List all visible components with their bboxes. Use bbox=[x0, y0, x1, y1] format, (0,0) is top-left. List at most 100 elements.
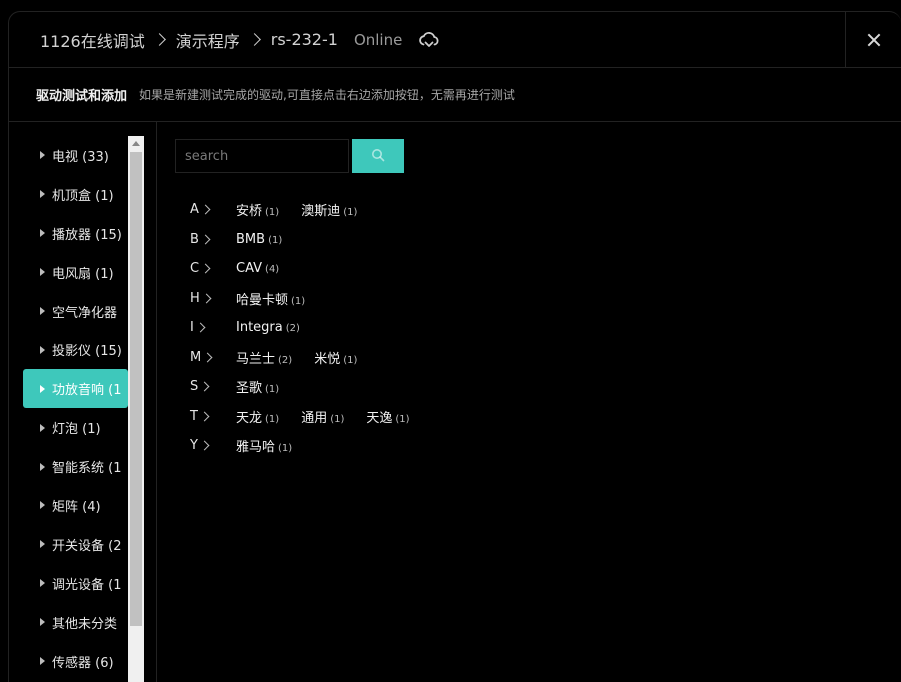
brand-item[interactable]: 马兰士 (2) bbox=[236, 348, 292, 367]
sidebar-item-other[interactable]: 其他未分类 bbox=[23, 603, 128, 642]
brand-group-b: B BMB (1) bbox=[190, 225, 432, 255]
sidebar-scrollbar[interactable] bbox=[128, 136, 144, 682]
sidebar-item-label: 电视 (33) bbox=[52, 149, 109, 165]
brand-group-toggle[interactable]: H bbox=[190, 291, 214, 306]
brand-group-toggle[interactable]: Y bbox=[190, 438, 214, 453]
brand-item[interactable]: Integra (2) bbox=[236, 320, 300, 335]
sidebar-item-label: 开关设备 (2 bbox=[52, 538, 122, 554]
brand-group-toggle[interactable]: I bbox=[190, 320, 214, 335]
scroll-up-arrow-icon[interactable] bbox=[132, 141, 140, 146]
chevron-right-icon bbox=[199, 440, 210, 451]
sidebar-item-smart-system[interactable]: 智能系统 (1 bbox=[23, 447, 128, 486]
brand-count: (1) bbox=[330, 413, 345, 425]
breadcrumb: 1126在线调试 演示程序 rs-232-1 Online bbox=[9, 28, 440, 52]
chevron-right-icon bbox=[201, 293, 212, 304]
sidebar-item-label: 智能系统 (1 bbox=[52, 461, 122, 477]
brand-item[interactable]: 圣歌 (1) bbox=[236, 377, 279, 396]
brand-name: BMB bbox=[236, 231, 266, 247]
brand-item[interactable]: 米悦 (1) bbox=[314, 348, 357, 367]
caret-right-icon bbox=[40, 501, 45, 510]
category-list: 电视 (33) 机顶盒 (1) 播放器 (15) 电风扇 (1) 空气净化器 投… bbox=[23, 136, 128, 680]
breadcrumb-item-program[interactable]: 演示程序 bbox=[176, 28, 240, 52]
sidebar-item-bulb[interactable]: 灯泡 (1) bbox=[23, 408, 128, 447]
brand-name: Integra bbox=[236, 320, 283, 336]
brand-item[interactable]: 天龙 (1) bbox=[236, 407, 279, 426]
sidebar-item-sensor[interactable]: 传感器 (6) bbox=[23, 642, 128, 681]
search-input[interactable] bbox=[175, 139, 349, 173]
brand-name: 天龙 bbox=[236, 410, 263, 426]
group-letter: T bbox=[190, 408, 198, 424]
brand-count: (1) bbox=[268, 234, 283, 246]
close-button[interactable] bbox=[845, 12, 901, 68]
brand-count: (1) bbox=[291, 295, 306, 307]
brand-count: (1) bbox=[265, 207, 280, 219]
driver-test-dialog: 1126在线调试 演示程序 rs-232-1 Online 驱动测试和添加 如果… bbox=[8, 11, 901, 682]
group-letter: B bbox=[190, 231, 199, 247]
brand-name: 澳斯迪 bbox=[301, 204, 341, 220]
brand-name: 米悦 bbox=[314, 351, 341, 367]
brand-item[interactable]: 澳斯迪 (1) bbox=[301, 200, 357, 219]
breadcrumb-item-project[interactable]: 1126在线调试 bbox=[40, 28, 145, 52]
brand-item[interactable]: 雅马哈 (1) bbox=[236, 436, 292, 455]
sidebar-item-label: 调光设备 (1 bbox=[52, 577, 122, 593]
scrollbar-thumb[interactable] bbox=[130, 152, 142, 626]
brand-group-h: H 哈曼卡顿 (1) bbox=[190, 284, 432, 314]
breadcrumb-item-port[interactable]: rs-232-1 bbox=[271, 30, 338, 49]
brand-group-s: S 圣歌 (1) bbox=[190, 372, 432, 402]
group-letter: Y bbox=[190, 438, 198, 454]
brand-item[interactable]: 安桥 (1) bbox=[236, 200, 279, 219]
brand-group-toggle[interactable]: M bbox=[190, 350, 214, 365]
brand-group-y: Y 雅马哈 (1) bbox=[190, 431, 432, 461]
category-sidebar: 电视 (33) 机顶盒 (1) 播放器 (15) 电风扇 (1) 空气净化器 投… bbox=[9, 122, 157, 682]
caret-right-icon bbox=[40, 307, 45, 315]
sidebar-item-tv[interactable]: 电视 (33) bbox=[23, 136, 128, 175]
sidebar-item-set-top-box[interactable]: 机顶盒 (1) bbox=[23, 175, 128, 214]
sidebar-item-player[interactable]: 播放器 (15) bbox=[23, 214, 128, 253]
close-icon bbox=[867, 33, 881, 47]
brand-item[interactable]: 通用 (1) bbox=[301, 407, 344, 426]
brand-name: CAV bbox=[236, 261, 263, 277]
brand-name: 安桥 bbox=[236, 204, 263, 220]
sidebar-item-switch-device[interactable]: 开关设备 (2 bbox=[23, 525, 128, 564]
caret-right-icon bbox=[40, 579, 45, 588]
caret-right-icon bbox=[40, 462, 45, 471]
brand-group-toggle[interactable]: C bbox=[190, 261, 214, 276]
brand-group-toggle[interactable]: B bbox=[190, 232, 214, 247]
brand-count: (4) bbox=[265, 264, 280, 276]
sidebar-item-dimmer[interactable]: 调光设备 (1 bbox=[23, 564, 128, 603]
caret-right-icon bbox=[40, 190, 45, 199]
brand-group-toggle[interactable]: S bbox=[190, 379, 214, 394]
sidebar-item-air-purifier[interactable]: 空气净化器 bbox=[23, 292, 128, 331]
chevron-right-icon bbox=[199, 411, 210, 422]
brand-list: A 安桥 (1) 澳斯迪 (1) B BMB (1) C CAV (4) H 哈… bbox=[190, 195, 432, 461]
sidebar-item-label: 机顶盒 (1) bbox=[52, 188, 114, 204]
caret-right-icon bbox=[40, 229, 45, 238]
brand-item[interactable]: BMB (1) bbox=[236, 232, 282, 247]
caret-right-icon bbox=[40, 345, 45, 354]
sidebar-item-label: 其他未分类 bbox=[52, 616, 118, 632]
brand-group-toggle[interactable]: A bbox=[190, 202, 214, 217]
brand-count: (1) bbox=[278, 443, 293, 455]
sidebar-item-fan[interactable]: 电风扇 (1) bbox=[23, 253, 128, 292]
sidebar-item-matrix[interactable]: 矩阵 (4) bbox=[23, 486, 128, 525]
chevron-right-icon bbox=[200, 234, 211, 245]
sidebar-item-label: 灯泡 (1) bbox=[52, 422, 101, 438]
chevron-right-icon bbox=[200, 263, 211, 274]
search-icon bbox=[371, 148, 385, 165]
brand-name: 通用 bbox=[301, 410, 328, 426]
search-button[interactable] bbox=[352, 139, 404, 173]
sidebar-item-label: 传感器 (6) bbox=[52, 655, 114, 671]
caret-right-icon bbox=[40, 268, 45, 277]
brand-group-toggle[interactable]: T bbox=[190, 409, 214, 424]
sidebar-item-amplifier[interactable]: 功放音响 (1 bbox=[23, 369, 128, 409]
sidebar-item-projector[interactable]: 投影仪 (15) bbox=[23, 330, 128, 369]
brand-item[interactable]: 哈曼卡顿 (1) bbox=[236, 289, 305, 308]
brand-count: (1) bbox=[265, 413, 280, 425]
brand-item[interactable]: CAV (4) bbox=[236, 261, 279, 276]
brand-count: (2) bbox=[278, 354, 293, 366]
dialog-header: 1126在线调试 演示程序 rs-232-1 Online bbox=[9, 12, 901, 68]
brand-item[interactable]: 天逸 (1) bbox=[366, 407, 409, 426]
group-letter: M bbox=[190, 349, 202, 365]
search-bar bbox=[175, 139, 404, 173]
section-hint: 如果是新建测试完成的驱动,可直接点击右边添加按钮，无需再进行测试 bbox=[139, 88, 515, 102]
